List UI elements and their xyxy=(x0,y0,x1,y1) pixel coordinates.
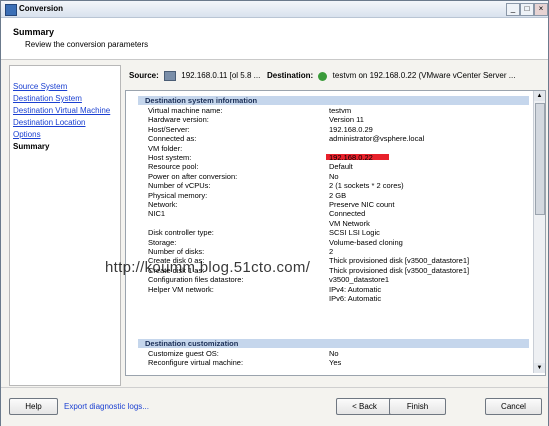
cancel-button[interactable]: Cancel xyxy=(485,398,542,415)
wizard-footer: Help Export diagnostic logs... < Back Fi… xyxy=(1,387,548,426)
property-value: administrator@vsphere.local xyxy=(329,134,425,144)
export-logs-link[interactable]: Export diagnostic logs... xyxy=(64,402,149,411)
property-value: 192.168.0.22 xyxy=(329,153,373,162)
property-value: Thick provisioned disk [v3500_datastore1… xyxy=(329,265,470,275)
watermark: http://koumm.blog.51cto.com/ xyxy=(105,259,311,276)
maximize-button[interactable]: □ xyxy=(520,3,534,16)
property-value: 192.168.0.29 xyxy=(329,124,373,134)
title-bar: Conversion _ □ × xyxy=(1,1,548,18)
section-header: Destination customization xyxy=(138,339,529,348)
property-label: NIC1 xyxy=(148,209,166,219)
property-value: Default xyxy=(329,162,353,172)
property-value: Preserve NIC count xyxy=(329,200,395,209)
nav-item-summary[interactable]: Summary xyxy=(13,142,49,151)
destination-label: Destination: xyxy=(266,71,314,81)
property-value: 2 GB xyxy=(329,190,347,200)
content-area: Source System Destination System Destina… xyxy=(1,60,548,387)
property-label: Configuration files datastore: xyxy=(148,275,244,285)
computer-icon xyxy=(164,71,177,81)
page-title: Summary xyxy=(13,27,55,37)
minimize-button[interactable]: _ xyxy=(506,3,520,16)
property-value: Version 11 xyxy=(329,115,364,125)
nav-item-destination-location[interactable]: Destination Location xyxy=(13,118,86,127)
wizard-header: Summary Review the conversion parameters xyxy=(1,18,548,60)
property-label: Network: xyxy=(148,200,178,209)
property-value: IPv6: Automatic xyxy=(329,294,382,303)
conversion-window: Conversion _ □ × Summary Review the conv… xyxy=(0,0,549,426)
property-value: v3500_datastore1 xyxy=(329,275,390,285)
property-value: No xyxy=(329,171,339,181)
property-label: Virtual machine name: xyxy=(148,106,223,115)
nav-item-options[interactable]: Options xyxy=(13,130,41,139)
nav-item-destination-system[interactable]: Destination System xyxy=(13,94,82,103)
property-label: Helper VM network: xyxy=(148,284,214,294)
property-label: Customize guest OS: xyxy=(148,349,219,358)
property-value: testvm xyxy=(329,106,352,115)
property-label: Power on after conversion: xyxy=(148,171,238,181)
property-value: SCSI LSI Logic xyxy=(329,228,380,238)
window-title: Conversion xyxy=(19,4,64,13)
property-label: VM folder: xyxy=(148,143,183,153)
property-label: Number of disks: xyxy=(148,247,205,256)
help-button[interactable]: Help xyxy=(9,398,58,415)
wizard-nav: Source System Destination System Destina… xyxy=(9,65,121,386)
property-value: VM Network xyxy=(329,218,370,228)
scroll-up-icon[interactable]: ▲ xyxy=(534,91,545,101)
property-value: Thick provisioned disk [v3500_datastore1… xyxy=(329,256,470,266)
scroll-down-icon[interactable]: ▼ xyxy=(534,363,545,373)
property-label: Number of vCPUs: xyxy=(148,181,211,191)
app-icon xyxy=(5,4,17,16)
back-button[interactable]: < Back xyxy=(336,398,393,415)
page-subtitle: Review the conversion parameters xyxy=(25,40,149,49)
property-label: Host/Server: xyxy=(148,124,190,134)
property-value: 2 (1 sockets * 2 cores) xyxy=(329,181,404,191)
finish-button[interactable]: Finish xyxy=(389,398,446,415)
property-label: Resource pool: xyxy=(148,162,199,172)
property-label: Reconfigure virtual machine: xyxy=(148,358,244,368)
property-value: Yes xyxy=(329,358,342,368)
property-value: 2 xyxy=(329,247,334,256)
property-label: Hardware version: xyxy=(148,115,209,125)
source-destination-bar: Source: 192.168.0.11 [ol 5.8 ... Destina… xyxy=(129,71,545,85)
property-label: Disk controller type: xyxy=(148,228,214,238)
source-label: Source: xyxy=(129,71,159,81)
close-button[interactable]: × xyxy=(534,3,548,16)
property-label: Connected as: xyxy=(148,134,197,144)
property-value: No xyxy=(329,349,339,358)
property-value: Connected xyxy=(329,209,366,219)
section-header: Destination system information xyxy=(138,96,529,105)
nav-item-destination-vm[interactable]: Destination Virtual Machine xyxy=(13,106,110,115)
vertical-scrollbar[interactable]: ▲ ▼ xyxy=(533,91,545,373)
vcenter-icon xyxy=(318,71,328,81)
property-label: Storage: xyxy=(148,237,177,247)
property-value: IPv4: Automatic xyxy=(329,284,382,294)
property-label: Host system: xyxy=(148,153,192,162)
source-value: 192.168.0.11 [ol 5.8 ... xyxy=(181,71,261,81)
nav-item-source-system[interactable]: Source System xyxy=(13,82,67,91)
property-label: Physical memory: xyxy=(148,190,208,200)
destination-value: testvm on 192.168.0.22 (VMware vCenter S… xyxy=(332,71,516,81)
summary-panel[interactable]: ▲ ▼ Destination system information Virtua… xyxy=(125,90,546,376)
property-value: Volume-based cloning xyxy=(329,237,403,247)
scroll-thumb[interactable] xyxy=(535,103,545,215)
